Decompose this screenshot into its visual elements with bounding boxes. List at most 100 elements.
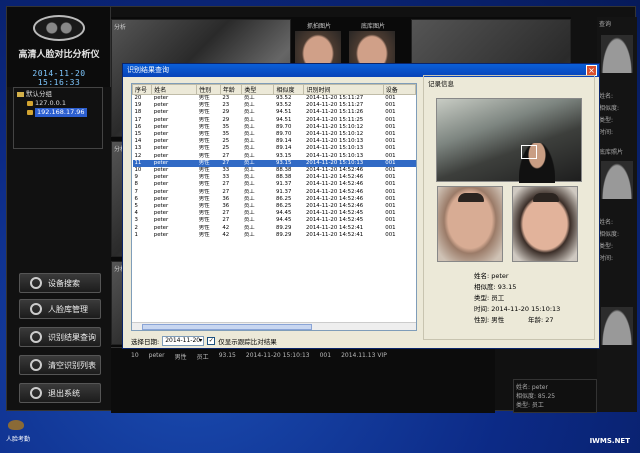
table-cell: 员工 bbox=[243, 174, 255, 181]
logo-panel: 高清人脸对比分析仪 2014-11-20 15:16:33 bbox=[7, 7, 111, 87]
table-cell: 男性 bbox=[198, 123, 210, 130]
table-cell: 男性 bbox=[198, 210, 210, 217]
table-cell: peter bbox=[153, 181, 169, 188]
right-label: 姓名: bbox=[599, 93, 614, 100]
tree-root[interactable]: 默认分组 bbox=[17, 90, 99, 99]
attendance-app-icon[interactable] bbox=[8, 420, 24, 430]
table-cell: 男性 bbox=[198, 195, 210, 202]
table-cell: 86.25 bbox=[275, 203, 292, 210]
table-cell: 89.70 bbox=[275, 131, 292, 138]
table-row[interactable]: 8 peter 男性 27 员工 91.37 2014-11-20 14:52:46 001 bbox=[133, 181, 416, 188]
table-cell: 2014-11-20 14:52:46 bbox=[305, 203, 364, 210]
table-cell: 36 bbox=[222, 195, 230, 202]
empty-row bbox=[133, 297, 416, 304]
table-row[interactable]: 2 peter 男性 42 员工 89.29 2014-11-20 14:52:41 001 bbox=[133, 225, 416, 232]
table-row[interactable]: 3 peter 男性 27 员工 94.45 2014-11-20 14:52:45 001 bbox=[133, 217, 416, 224]
table-cell: 29 bbox=[222, 109, 230, 116]
table-cell: 33 bbox=[222, 167, 230, 174]
table-cell: 89.29 bbox=[275, 224, 292, 231]
table-cell: 001 bbox=[383, 159, 416, 168]
results-table[interactable]: 序号 姓名 性别 年龄 类型 相似度 识别时间 设备 20 peter 男性 23 员工 93.52 20… bbox=[131, 83, 417, 331]
table-cell: peter bbox=[153, 116, 169, 123]
table-cell: 25 bbox=[222, 145, 230, 152]
table-row[interactable]: 13 peter 男性 25 员工 89.14 2014-11-20 15:10:13 001 bbox=[133, 145, 416, 152]
table-cell: 001 bbox=[385, 203, 396, 210]
column-header[interactable]: 类型 bbox=[241, 84, 275, 95]
table-row[interactable]: 11 peter 男性 27 员工 93.15 2014-11-20 15:10:13 001 bbox=[132, 159, 416, 168]
horizontal-scrollbar[interactable] bbox=[132, 322, 416, 330]
tree-item-device[interactable]: 127.0.0.1 bbox=[17, 99, 99, 108]
column-header[interactable]: 年龄 bbox=[219, 84, 243, 95]
table-cell: 001 bbox=[385, 123, 396, 130]
table-cell: 89.70 bbox=[275, 123, 292, 130]
table-cell: 23 bbox=[222, 102, 230, 109]
table-cell: 93.15 bbox=[273, 159, 304, 168]
table-row[interactable]: 17 peter 男性 29 员工 94.51 2014-11-20 15:11:25 001 bbox=[133, 117, 416, 124]
table-cell: 2014-11-20 14:52:45 bbox=[305, 217, 364, 224]
column-header[interactable]: 相似度 bbox=[273, 84, 305, 95]
table-row[interactable]: 15 peter 男性 35 员工 89.70 2014-11-20 15:10:12 001 bbox=[133, 131, 416, 138]
log-row[interactable]: 10 peter 男性 员工 93.15 2014-11-20 15:10:13… bbox=[131, 352, 475, 361]
exit-icon bbox=[30, 387, 42, 399]
table-cell: 23 bbox=[222, 95, 230, 101]
table-row[interactable]: 16 peter 男性 35 员工 89.70 2014-11-20 15:10:12 001 bbox=[133, 124, 416, 131]
face-library-button[interactable]: 人脸库管理 bbox=[19, 299, 101, 319]
table-cell: 2014-11-20 14:52:46 bbox=[305, 195, 364, 202]
table-cell: 001 bbox=[385, 224, 396, 231]
table-cell: peter bbox=[153, 152, 169, 159]
table-row[interactable]: 20 peter 男性 23 员工 93.52 2014-11-20 15:11:27 001 bbox=[133, 95, 416, 103]
right-label: 姓名: bbox=[599, 219, 614, 226]
table-cell: 001 bbox=[385, 152, 396, 159]
table-cell: 员工 bbox=[243, 95, 255, 101]
attendance-app-label[interactable]: 人脸考勤 bbox=[6, 434, 30, 443]
table-row[interactable]: 5 peter 男性 36 员工 86.25 2014-11-20 14:52:46 001 bbox=[133, 203, 416, 210]
date-select[interactable]: 2014-11-20 bbox=[162, 336, 205, 346]
table-cell: 27 bbox=[222, 217, 230, 224]
table-cell: peter bbox=[153, 123, 169, 130]
date-label: 选择日期: bbox=[131, 338, 160, 346]
empty-row bbox=[133, 282, 416, 289]
table-cell: 15 bbox=[134, 131, 142, 138]
right-panel: 查询 姓名: 相似度: 类型: 时间: 底库照片 姓名: 相似度: 类型: 时间… bbox=[597, 17, 637, 412]
table-cell: 2014-11-20 15:11:25 bbox=[305, 116, 364, 123]
table-row[interactable]: 19 peter 男性 23 员工 93.52 2014-11-20 15:11:27 001 bbox=[133, 102, 416, 109]
table-cell: 男性 bbox=[196, 159, 221, 168]
empty-row bbox=[133, 246, 416, 253]
avatar bbox=[601, 35, 633, 73]
table-cell: 2014-11-20 15:11:27 bbox=[305, 95, 364, 101]
column-header[interactable]: 设备 bbox=[382, 84, 416, 95]
table-row[interactable]: 7 peter 男性 27 员工 91.37 2014-11-20 14:52:46 001 bbox=[133, 189, 416, 196]
clear-list-button[interactable]: 清空识别列表 bbox=[19, 355, 101, 375]
tree-item-device[interactable]: 192.168.17.96 bbox=[17, 108, 99, 117]
table-row[interactable]: 9 peter 男性 33 员工 88.38 2014-11-20 14:52:46 001 bbox=[133, 174, 416, 181]
column-header[interactable]: 序号 bbox=[132, 84, 153, 95]
table-cell: 19 bbox=[134, 102, 142, 109]
device-tree[interactable]: 默认分组 127.0.0.1 192.168.17.96 bbox=[13, 87, 103, 149]
column-header[interactable]: 性别 bbox=[196, 84, 221, 95]
table-row[interactable]: 14 peter 男性 25 员工 89.14 2014-11-20 15:10:13 001 bbox=[133, 138, 416, 145]
tracking-checkbox[interactable]: ✓ bbox=[207, 337, 216, 345]
table-row[interactable]: 10 peter 男性 33 员工 88.38 2014-11-20 14:52:46 001 bbox=[133, 167, 416, 174]
table-cell: peter bbox=[153, 138, 169, 145]
table-row[interactable]: 4 peter 男性 27 员工 94.45 2014-11-20 14:52:45 001 bbox=[133, 210, 416, 217]
table-row[interactable]: 6 peter 男性 36 员工 86.25 2014-11-20 14:52:46 001 bbox=[133, 196, 416, 203]
table-cell: 001 bbox=[385, 138, 396, 145]
exit-button[interactable]: 退出系统 bbox=[19, 383, 101, 403]
table-row[interactable]: 18 peter 男性 29 员工 94.51 2014-11-20 15:11:26 001 bbox=[133, 109, 416, 116]
checkbox-label: 仅显示跟踪比对结果 bbox=[218, 338, 277, 346]
table-cell: 35 bbox=[222, 131, 230, 138]
table-cell: 10 bbox=[134, 167, 142, 174]
query-results-button[interactable]: 识别结果查询 bbox=[19, 327, 101, 347]
table-cell: 94.51 bbox=[275, 109, 292, 116]
table-cell: 001 bbox=[385, 217, 396, 224]
avatar bbox=[601, 161, 633, 199]
column-header[interactable]: 识别时间 bbox=[303, 84, 384, 95]
table-row[interactable]: 1 peter 男性 42 员工 89.29 2014-11-20 14:52:41 001 bbox=[133, 232, 416, 239]
table-cell: 员工 bbox=[243, 109, 255, 116]
scrollbar-thumb[interactable] bbox=[142, 324, 312, 330]
library-label: 底库图片 bbox=[361, 23, 386, 30]
table-row[interactable]: 12 peter 男性 27 员工 93.15 2014-11-20 15:10:13 001 bbox=[133, 153, 416, 160]
table-cell: 2014-11-20 14:52:46 bbox=[305, 174, 364, 181]
column-header[interactable]: 姓名 bbox=[151, 84, 198, 95]
device-search-button[interactable]: 设备搜索 bbox=[19, 273, 101, 293]
